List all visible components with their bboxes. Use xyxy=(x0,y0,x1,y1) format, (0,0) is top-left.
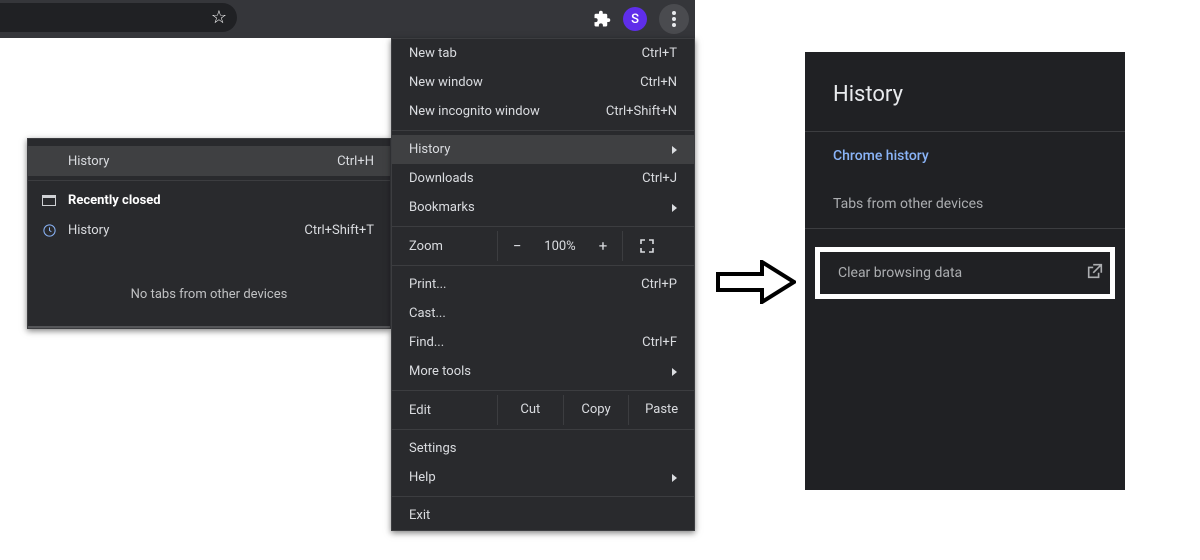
menu-shortcut: Ctrl+J xyxy=(642,171,677,186)
zoom-out-button[interactable]: − xyxy=(498,237,536,255)
chevron-right-icon xyxy=(672,368,677,376)
history-submenu-history[interactable]: History Ctrl+H xyxy=(28,146,390,176)
menu-label: Bookmarks xyxy=(409,200,672,215)
bookmark-star-icon[interactable]: ☆ xyxy=(211,7,227,28)
menu-new-tab[interactable]: New tab Ctrl+T xyxy=(392,39,694,68)
extensions-icon[interactable] xyxy=(593,10,611,28)
chevron-right-icon xyxy=(672,474,677,482)
menu-label: Cast... xyxy=(409,306,677,321)
menu-zoom: Zoom − 100% + xyxy=(392,231,694,261)
profile-avatar[interactable]: S xyxy=(623,7,647,31)
clear-browsing-label: Clear browsing data xyxy=(838,265,1086,281)
menu-new-incognito[interactable]: New incognito window Ctrl+Shift+N xyxy=(392,97,694,126)
menu-find[interactable]: Find... Ctrl+F xyxy=(392,328,694,357)
history-icon xyxy=(40,221,58,239)
menu-label: Help xyxy=(409,470,672,485)
menu-downloads[interactable]: Downloads Ctrl+J xyxy=(392,164,694,193)
menu-label: More tools xyxy=(409,364,672,379)
menu-shortcut: Ctrl+F xyxy=(642,335,677,350)
menu-shortcut: Ctrl+H xyxy=(337,154,374,169)
history-submenu-item[interactable]: History Ctrl+Shift+T xyxy=(28,215,390,245)
menu-label: History xyxy=(409,142,672,157)
menu-label: Print... xyxy=(409,277,641,292)
open-external-icon xyxy=(1086,262,1104,284)
separator xyxy=(28,326,390,328)
zoom-in-button[interactable]: + xyxy=(584,237,622,255)
menu-label: Settings xyxy=(409,441,677,456)
menu-exit[interactable]: Exit xyxy=(392,501,694,530)
sidebar-chrome-history[interactable]: Chrome history xyxy=(805,132,1125,180)
separator xyxy=(392,390,694,391)
menu-label: New incognito window xyxy=(409,104,606,119)
chevron-right-icon xyxy=(672,146,677,154)
history-sidebar: History Chrome history Tabs from other d… xyxy=(805,52,1125,490)
browser-toolbar: ☆ S xyxy=(0,0,695,38)
chrome-main-menu: New tab Ctrl+T New window Ctrl+N New inc… xyxy=(391,38,695,531)
menu-edit: Edit Cut Copy Paste xyxy=(392,395,694,425)
window-icon xyxy=(40,191,58,209)
zoom-value: 100% xyxy=(536,239,584,254)
menu-label: Exit xyxy=(409,508,677,523)
menu-label: Edit xyxy=(409,403,497,418)
menu-new-window[interactable]: New window Ctrl+N xyxy=(392,68,694,97)
menu-settings[interactable]: Settings xyxy=(392,434,694,463)
history-submenu: History Ctrl+H Recently closed History C… xyxy=(27,138,391,329)
menu-shortcut: Ctrl+P xyxy=(641,277,677,292)
menu-label: Find... xyxy=(409,335,642,350)
menu-more-tools[interactable]: More tools xyxy=(392,357,694,386)
menu-label: New window xyxy=(409,75,640,90)
edit-cut-button[interactable]: Cut xyxy=(497,395,563,425)
menu-print[interactable]: Print... Ctrl+P xyxy=(392,270,694,299)
menu-label: New tab xyxy=(409,46,642,61)
menu-label: Recently closed xyxy=(68,193,374,208)
menu-label: Downloads xyxy=(409,171,642,186)
menu-shortcut: Ctrl+T xyxy=(642,46,677,61)
separator xyxy=(28,180,390,181)
menu-label: Zoom xyxy=(409,239,497,254)
menu-shortcut: Ctrl+Shift+N xyxy=(606,104,677,119)
separator xyxy=(392,496,694,497)
menu-bookmarks[interactable]: Bookmarks xyxy=(392,193,694,222)
clear-browsing-data[interactable]: Clear browsing data xyxy=(815,247,1115,299)
menu-cast[interactable]: Cast... xyxy=(392,299,694,328)
separator xyxy=(392,429,694,430)
menu-shortcut: Ctrl+Shift+T xyxy=(304,223,374,238)
menu-label: History xyxy=(68,154,337,169)
arrow-icon xyxy=(716,260,796,304)
toolbar-actions: S xyxy=(593,0,689,38)
edit-copy-button[interactable]: Copy xyxy=(563,395,629,425)
history-submenu-footer: No tabs from other devices xyxy=(28,245,390,320)
panel-title: History xyxy=(805,52,1125,131)
menu-history[interactable]: History xyxy=(392,135,694,164)
fullscreen-button[interactable] xyxy=(623,239,671,253)
more-menu-button[interactable] xyxy=(659,4,689,34)
separator xyxy=(392,226,694,227)
separator xyxy=(392,265,694,266)
menu-shortcut: Ctrl+N xyxy=(640,75,677,90)
menu-label: History xyxy=(68,223,304,238)
edit-paste-button[interactable]: Paste xyxy=(628,395,694,425)
menu-help[interactable]: Help xyxy=(392,463,694,492)
chevron-right-icon xyxy=(672,204,677,212)
separator xyxy=(805,228,1125,229)
address-bar[interactable]: ☆ xyxy=(0,3,237,32)
history-submenu-recently-closed[interactable]: Recently closed xyxy=(28,185,390,215)
sidebar-other-devices[interactable]: Tabs from other devices xyxy=(805,180,1125,228)
separator xyxy=(392,130,694,131)
